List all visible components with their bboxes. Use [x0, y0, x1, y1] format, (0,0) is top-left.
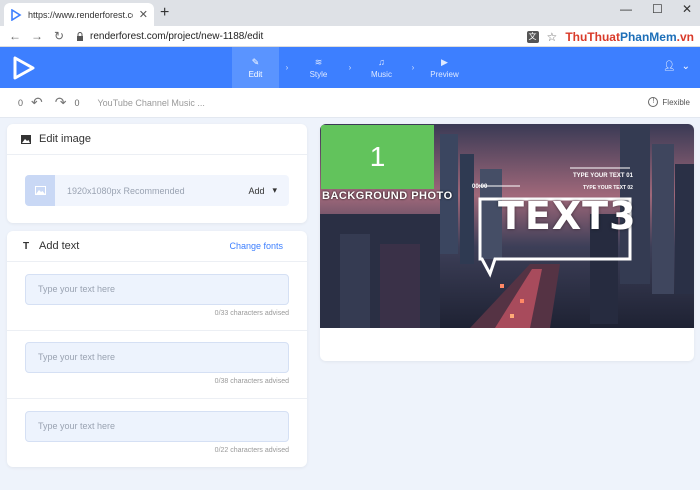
renderforest-favicon-icon	[10, 8, 22, 21]
tab-close-icon[interactable]: ✕	[139, 8, 148, 21]
forward-icon[interactable]: →	[26, 29, 48, 43]
maximize-icon[interactable]: ☐	[652, 2, 663, 16]
app-navbar: ✎ Edit › ≋ Style › ♫ Music › ▶ Preview 👤…	[0, 47, 700, 88]
back-icon[interactable]: ←	[4, 29, 26, 43]
image-upload[interactable]: 1920x1080px Recommended Add ▾	[25, 175, 289, 206]
image-icon	[21, 134, 31, 144]
chevron-right-icon: ›	[411, 63, 415, 72]
translate-icon[interactable]: 文	[526, 31, 539, 43]
user-menu[interactable]: 👤︎ ⌄	[663, 61, 690, 72]
chevron-right-icon: ›	[348, 63, 352, 72]
chevron-right-icon: ›	[285, 63, 289, 72]
step-music[interactable]: ♫ Music	[358, 47, 405, 88]
clock-icon: !	[648, 97, 659, 107]
text-input-3[interactable]: Type your text here	[25, 411, 289, 442]
user-icon: 👤︎	[662, 61, 676, 72]
change-fonts-link[interactable]: Change fonts	[229, 241, 283, 251]
char-advise-2: 0/38 characters advised	[214, 378, 289, 385]
recommended-size: 1920x1080px Recommended	[67, 185, 185, 196]
video-preview[interactable]: 1 BACKGROUND PHOTO 00:00 TYPE YOUR TEXT …	[320, 124, 694, 361]
reload-icon[interactable]: ↻	[48, 29, 70, 43]
redo-count: 0	[74, 97, 80, 108]
timecode-text: 00:00	[472, 184, 488, 190]
browser-toolbar: ← → ↻ renderforest.com/project/new-1188/…	[0, 26, 700, 47]
step-edit[interactable]: ✎ Edit	[232, 47, 279, 88]
image-placeholder-icon	[25, 175, 55, 206]
project-title[interactable]: YouTube Channel Music ...	[98, 98, 205, 108]
undo-bar: 0 ↶ ↷ 0 YouTube Channel Music ... ! Flex…	[0, 88, 700, 118]
panel-title: Add text	[39, 240, 80, 252]
pencil-icon: ✎	[251, 56, 260, 67]
site-watermark-logo: ThuThuatPhanMem.vn	[565, 30, 694, 44]
step-preview[interactable]: ▶ Preview	[421, 47, 468, 88]
divider	[7, 330, 307, 331]
flexible-mode[interactable]: ! Flexible	[648, 97, 690, 107]
tab-title: https://www.renderforest.com/p...	[28, 9, 133, 20]
bookmark-star-icon[interactable]: ☆	[547, 30, 558, 44]
browser-tabstrip: https://www.renderforest.com/p... ✕ + — …	[0, 0, 700, 26]
address-bar[interactable]: renderforest.com/project/new-1188/edit	[76, 31, 263, 42]
edit-image-panel: Edit image 1920x1080px Recommended Add ▾	[7, 124, 307, 223]
chevron-down-icon: ⌄	[681, 61, 690, 72]
char-advise-1: 0/33 characters advised	[214, 310, 289, 317]
preview-text-3: TEXT3	[498, 194, 637, 238]
background-photo-number: 1	[321, 125, 434, 189]
browser-tab[interactable]: https://www.renderforest.com/p... ✕	[4, 3, 154, 26]
add-text-panel: T Add text Change fonts Type your text h…	[7, 231, 307, 467]
text-input-2[interactable]: Type your text here	[25, 342, 289, 373]
text-input-1[interactable]: Type your text here	[25, 274, 289, 305]
add-image-button[interactable]: Add ▾	[248, 185, 277, 196]
undo-count: 0	[18, 97, 24, 108]
divider	[7, 398, 307, 399]
redo-icon[interactable]: ↷	[55, 94, 67, 111]
text-icon: T	[22, 240, 30, 252]
new-tab-button[interactable]: +	[160, 4, 169, 22]
caret-down-icon: ▾	[272, 185, 277, 195]
renderforest-logo-icon[interactable]	[12, 55, 36, 81]
url-text: renderforest.com/project/new-1188/edit	[90, 30, 264, 42]
preview-text-1: TYPE YOUR TEXT 01	[573, 173, 633, 179]
window-close-icon[interactable]: ✕	[682, 2, 692, 16]
music-icon: ♫	[378, 56, 385, 67]
layers-icon: ≋	[314, 56, 323, 67]
panel-title: Edit image	[39, 133, 91, 145]
lock-icon	[77, 31, 83, 41]
char-advise-3: 0/22 characters advised	[214, 447, 289, 454]
play-icon: ▶	[441, 56, 448, 67]
undo-icon[interactable]: ↶	[31, 94, 43, 111]
background-photo-label: BACKGROUND PHOTO	[322, 190, 453, 202]
minimize-icon[interactable]: —	[620, 2, 632, 16]
step-style[interactable]: ≋ Style	[295, 47, 342, 88]
city-background-image: 1 BACKGROUND PHOTO 00:00 TYPE YOUR TEXT …	[320, 124, 694, 328]
preview-text-2: TYPE YOUR TEXT 02	[583, 185, 633, 191]
